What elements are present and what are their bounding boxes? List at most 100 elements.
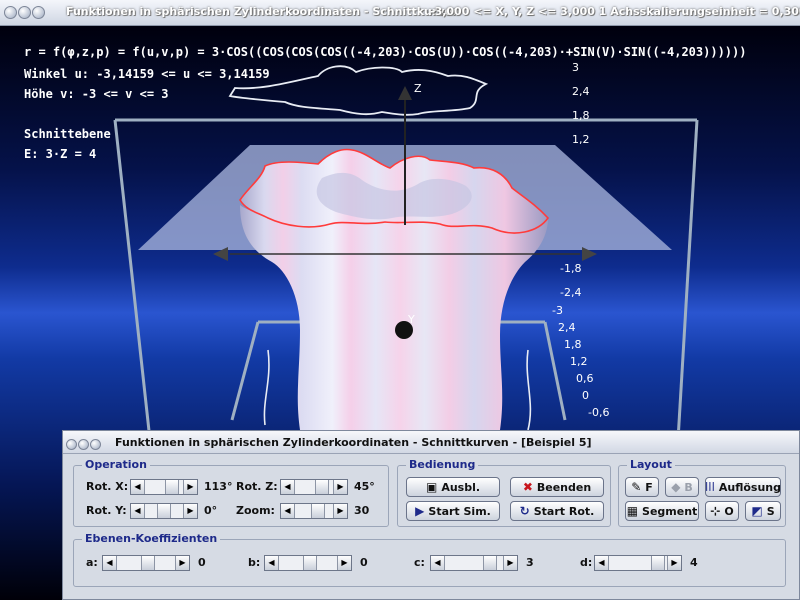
coef-c-label: c: (414, 556, 425, 569)
y-tick-label: -0,6 (588, 406, 610, 419)
group-bedienung: Bedienung ▣ Ausbl. ✖ Beenden ▶ Start Sim. ↻… (397, 458, 611, 527)
control-panel: Funktionen in sphärischen Zylinderkoordi… (62, 430, 800, 600)
rot-z-scrollbar[interactable]: ◀ ▶ (280, 479, 348, 495)
panel-maximize-button[interactable] (90, 439, 101, 450)
rot-x-thumb[interactable] (165, 480, 179, 494)
range-info: -3,000 <= X, Y, Z <= 3,000 1 Achsskalier… (430, 5, 800, 18)
scroll-right-icon[interactable]: ▶ (333, 480, 347, 494)
group-operation: Operation Rot. X: ◀ ▶ 113° Rot. Z: ◀ ▶ 45°… (73, 458, 389, 527)
scroll-left-icon[interactable]: ◀ (265, 556, 279, 570)
zoom-scrollbar[interactable]: ◀ ▶ (280, 503, 348, 519)
coef-a-value: 0 (198, 556, 206, 569)
coef-d-scrollbar[interactable]: ◀ ▶ (594, 555, 682, 571)
table-icon: ▦ (626, 504, 639, 518)
coef-b-label: b: (248, 556, 261, 569)
rot-y-scrollbar[interactable]: ◀ ▶ (130, 503, 198, 519)
window-title: Funktionen in sphärischen Zylinderkoordi… (66, 5, 460, 18)
scroll-left-icon[interactable]: ◀ (103, 556, 117, 570)
scroll-right-icon[interactable]: ▶ (333, 504, 347, 518)
zoom-value: 30 (354, 504, 370, 517)
scroll-left-icon[interactable]: ◀ (131, 504, 145, 518)
zoom-thumb[interactable] (311, 504, 325, 518)
scroll-right-icon[interactable]: ▶ (503, 556, 517, 570)
origin-button[interactable]: ⊹ O (705, 501, 739, 521)
group-layout: Layout ✎ F ◆ B ||| Auflösung ▦ Segment ⊹ O ◩ S (618, 458, 786, 527)
resolution-button[interactable]: ||| Auflösung (705, 477, 781, 497)
coef-d-label: d: (580, 556, 593, 569)
scroll-left-icon[interactable]: ◀ (595, 556, 609, 570)
rot-x-value: 113° (204, 480, 233, 493)
height-range-text: Höhe v: -3 <= v <= 3 (24, 87, 169, 101)
y-tick-label: 0,6 (576, 372, 594, 385)
coef-b-scrollbar[interactable]: ◀ ▶ (264, 555, 352, 571)
segment-button[interactable]: ▦ Segment (625, 501, 699, 521)
coef-c-scrollbar[interactable]: ◀ ▶ (430, 555, 518, 571)
z-tick-label: 3 (572, 61, 579, 74)
rot-x-scrollbar[interactable]: ◀ ▶ (130, 479, 198, 495)
z-tick-label: 2,4 (572, 85, 590, 98)
coef-b-thumb[interactable] (303, 556, 317, 570)
coef-a-thumb[interactable] (141, 556, 155, 570)
brush-icon: ✎ (631, 480, 642, 494)
hide-button[interactable]: ▣ Ausbl. (406, 477, 500, 497)
scroll-left-icon[interactable]: ◀ (281, 480, 295, 494)
scroll-right-icon[interactable]: ▶ (183, 504, 197, 518)
rot-x-label: Rot. X: (86, 480, 129, 493)
scroll-right-icon[interactable]: ▶ (667, 556, 681, 570)
plane-label: Schnittebene (24, 127, 111, 141)
scroll-left-icon[interactable]: ◀ (431, 556, 445, 570)
plane-equation: E: 3·Z = 4 (24, 147, 97, 161)
rot-y-thumb[interactable] (157, 504, 171, 518)
formula-text: r = f(φ,z,p) = f(u,v,p) = 3·COS((COS(COS… (24, 45, 747, 59)
close-window-button[interactable] (4, 6, 17, 19)
group-plane-coefficients: Ebenen-Koeffizienten a: ◀ ▶ 0 b: ◀ ▶ 0 c: … (73, 532, 786, 587)
panel-minimize-button[interactable] (78, 439, 89, 450)
scroll-right-icon[interactable]: ▶ (337, 556, 351, 570)
angle-range-text: Winkel u: -3,14159 <= u <= 3,14159 (24, 67, 270, 81)
y-axis-label: Y (408, 313, 415, 326)
coef-d-value: 4 (690, 556, 698, 569)
group-layout-label: Layout (627, 458, 675, 471)
color-f-button[interactable]: ✎ F (625, 477, 659, 497)
coef-c-value: 3 (526, 556, 534, 569)
maximize-window-button[interactable] (32, 6, 45, 19)
x-tick-label: -2,4 (560, 286, 582, 299)
grid-lines-icon: ||| (705, 482, 715, 492)
start-simulation-button[interactable]: ▶ Start Sim. (406, 501, 500, 521)
play-icon: ▶ (415, 504, 425, 518)
rot-z-label: Rot. Z: (236, 480, 278, 493)
coef-a-label: a: (86, 556, 98, 569)
y-tick-label: 0 (582, 389, 589, 402)
coef-d-thumb[interactable] (651, 556, 665, 570)
hide-icon: ▣ (425, 480, 438, 494)
quit-button[interactable]: ✖ Beenden (510, 477, 604, 497)
scroll-left-icon[interactable]: ◀ (281, 504, 295, 518)
panel-title: Funktionen in sphärischen Zylinderkoordi… (115, 436, 592, 449)
zoom-label: Zoom: (236, 504, 275, 517)
panel-close-button[interactable] (66, 439, 77, 450)
x-tick-label: -1,8 (560, 262, 582, 275)
crosshair-icon: ⊹ (710, 504, 721, 518)
rotate-icon: ↻ (519, 504, 530, 518)
z-tick-label: 1,2 (572, 133, 590, 146)
window-controls (4, 4, 46, 23)
start-rotation-button[interactable]: ↻ Start Rot. (510, 501, 604, 521)
coef-a-scrollbar[interactable]: ◀ ▶ (102, 555, 190, 571)
panel-title-bar: Funktionen in sphärischen Zylinderkoordi… (63, 431, 799, 454)
coef-b-value: 0 (360, 556, 368, 569)
color-b-button[interactable]: ◆ B (665, 477, 699, 497)
y-tick-label: -3 (552, 304, 563, 317)
y-tick-label: 1,8 (564, 338, 582, 351)
scroll-right-icon[interactable]: ▶ (183, 480, 197, 494)
minimize-window-button[interactable] (18, 6, 31, 19)
style-s-button[interactable]: ◩ S (745, 501, 781, 521)
coef-c-thumb[interactable] (483, 556, 497, 570)
y-tick-label: 1,2 (570, 355, 588, 368)
rot-z-thumb[interactable] (315, 480, 329, 494)
scroll-left-icon[interactable]: ◀ (131, 480, 145, 494)
scroll-right-icon[interactable]: ▶ (175, 556, 189, 570)
cube-icon: ◩ (751, 504, 763, 518)
z-axis-label: Z (414, 82, 422, 95)
close-icon: ✖ (522, 480, 533, 494)
rot-y-label: Rot. Y: (86, 504, 127, 517)
